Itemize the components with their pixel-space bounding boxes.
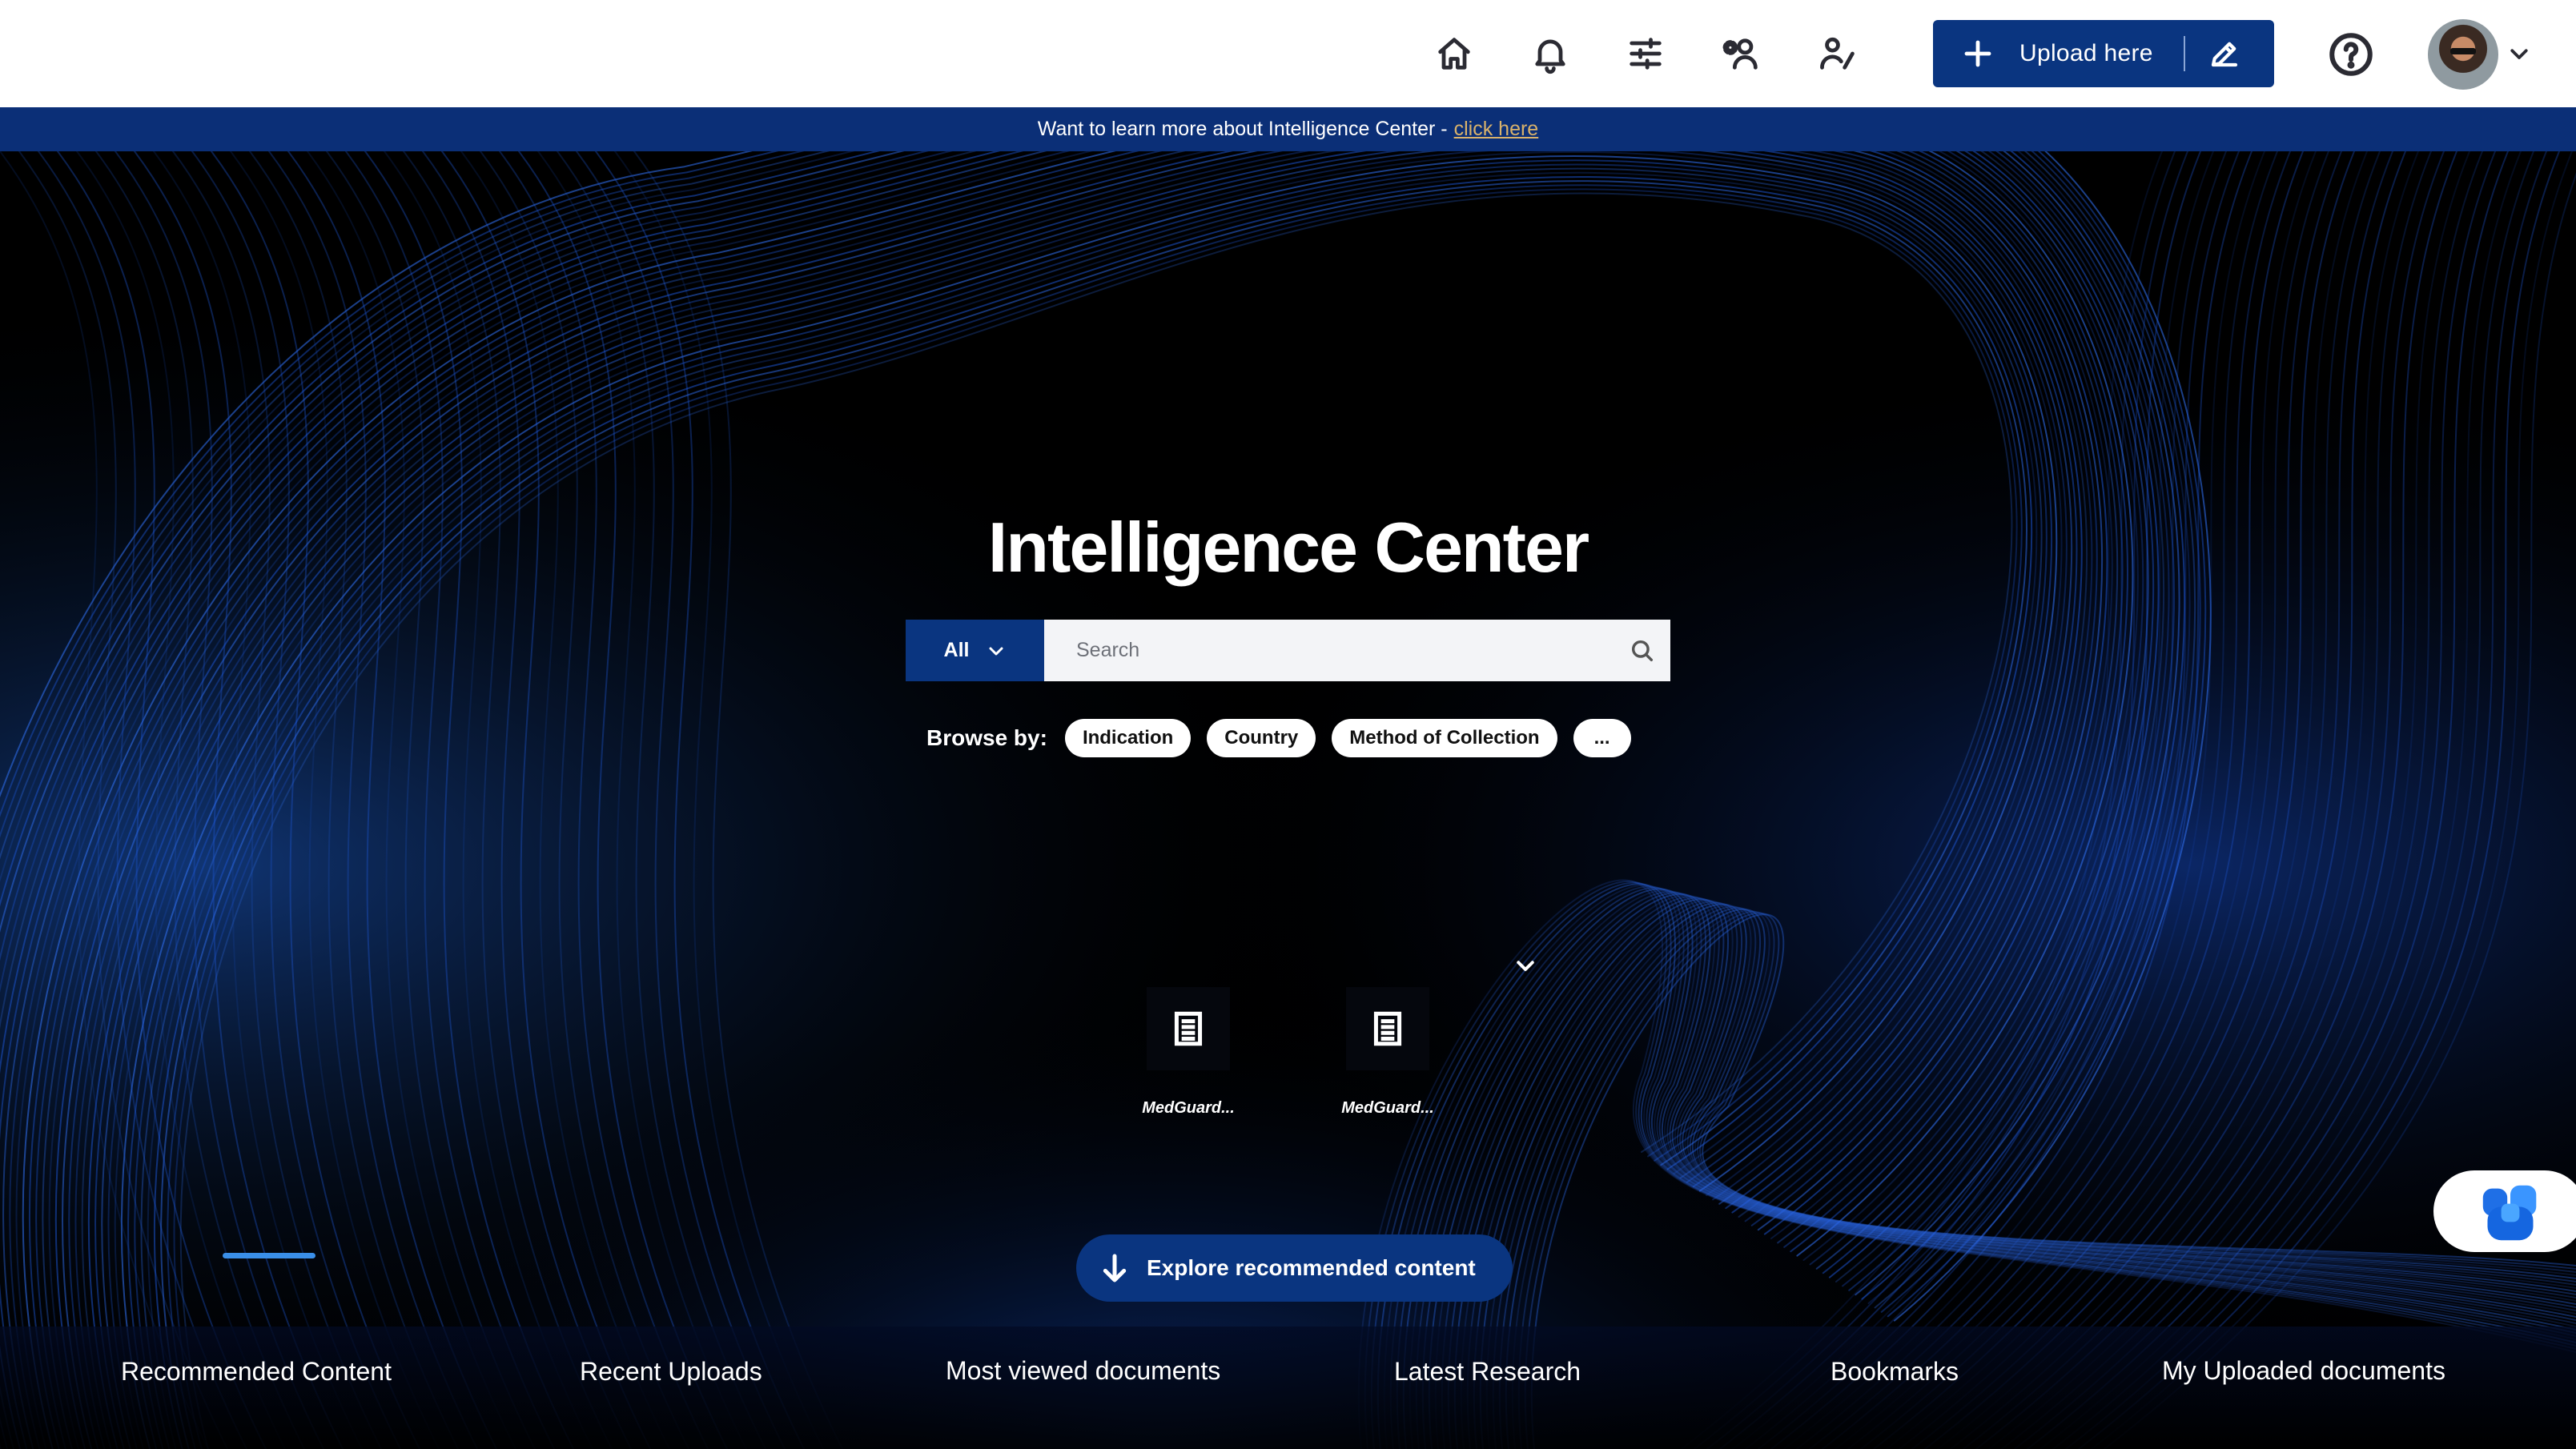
assistant-logo-icon	[2482, 1185, 2537, 1241]
search-scope-dropdown[interactable]: All	[906, 620, 1044, 681]
search-field	[1044, 620, 1670, 681]
explore-button-label: Explore recommended content	[1147, 1255, 1476, 1280]
tab-bookmarks[interactable]: Bookmarks	[1831, 1357, 1959, 1387]
document-tile[interactable]: MedGuard...	[1320, 987, 1456, 1131]
assistant-launcher[interactable]	[2433, 1170, 2576, 1252]
search-input[interactable]	[1044, 638, 1590, 663]
browse-by-label: Browse by:	[926, 725, 1047, 750]
tab-most-viewed-documents[interactable]: Most viewed documents	[946, 1356, 1220, 1386]
browse-chip-indication[interactable]: Indication	[1064, 719, 1192, 757]
browse-chip-method-of-collection[interactable]: Method of Collection	[1332, 719, 1557, 757]
hero-section: Intelligence Center All Browse by: Indic…	[0, 151, 2576, 1449]
upload-button-divider	[2183, 36, 2185, 71]
banner-text: Want to learn more about Intelligence Ce…	[1037, 118, 1448, 140]
explore-recommended-button[interactable]: Explore recommended content	[1076, 1234, 1513, 1302]
tab-recent-uploads[interactable]: Recent Uploads	[580, 1357, 762, 1387]
person-edit-icon[interactable]	[1813, 29, 1863, 78]
search-bar: All	[906, 620, 1670, 681]
document-icon	[1147, 987, 1230, 1070]
bell-icon[interactable]	[1525, 29, 1575, 78]
top-navigation-bar: Upload here	[0, 0, 2576, 107]
document-name: MedGuard...	[1341, 1099, 1434, 1117]
avatar-glasses	[2450, 48, 2476, 54]
document-icon	[1346, 987, 1429, 1070]
people-settings-icon[interactable]	[1717, 29, 1766, 78]
content-tabs	[0, 1327, 2576, 1449]
chevron-down-icon	[989, 647, 1003, 655]
chevron-down-icon[interactable]	[1512, 953, 1539, 977]
upload-button-label: Upload here	[2019, 40, 2153, 66]
tab-recommended-content[interactable]: Recommended Content	[121, 1357, 392, 1387]
tab-my-uploaded-documents[interactable]: My Uploaded documents	[2162, 1356, 2445, 1386]
search-icon[interactable]	[1629, 637, 1656, 664]
plus-icon	[1959, 34, 1997, 73]
document-name: MedGuard...	[1142, 1099, 1235, 1117]
document-tile[interactable]: MedGuard...	[1120, 987, 1256, 1131]
info-banner: Want to learn more about Intelligence Ce…	[0, 107, 2576, 151]
avatar[interactable]	[2428, 19, 2498, 90]
sliders-icon[interactable]	[1621, 29, 1670, 78]
tab-latest-research[interactable]: Latest Research	[1394, 1357, 1581, 1387]
question-circle-icon[interactable]	[2327, 30, 2375, 78]
chevron-down-icon[interactable]	[2507, 42, 2531, 66]
page-title: Intelligence Center	[987, 508, 1589, 587]
home-icon[interactable]	[1429, 29, 1479, 78]
search-scope-label: All	[943, 639, 970, 661]
arrow-down-icon	[1103, 1254, 1127, 1282]
banner-link[interactable]: click here	[1454, 118, 1539, 141]
pencil-icon[interactable]	[2208, 37, 2241, 70]
browse-chip-more[interactable]: ...	[1573, 719, 1631, 757]
active-tab-indicator	[223, 1253, 315, 1258]
browse-by-row: Browse by: Indication Country Method of …	[926, 718, 1647, 758]
browse-chip-country[interactable]: Country	[1207, 719, 1316, 757]
upload-button[interactable]: Upload here	[1933, 20, 2274, 87]
